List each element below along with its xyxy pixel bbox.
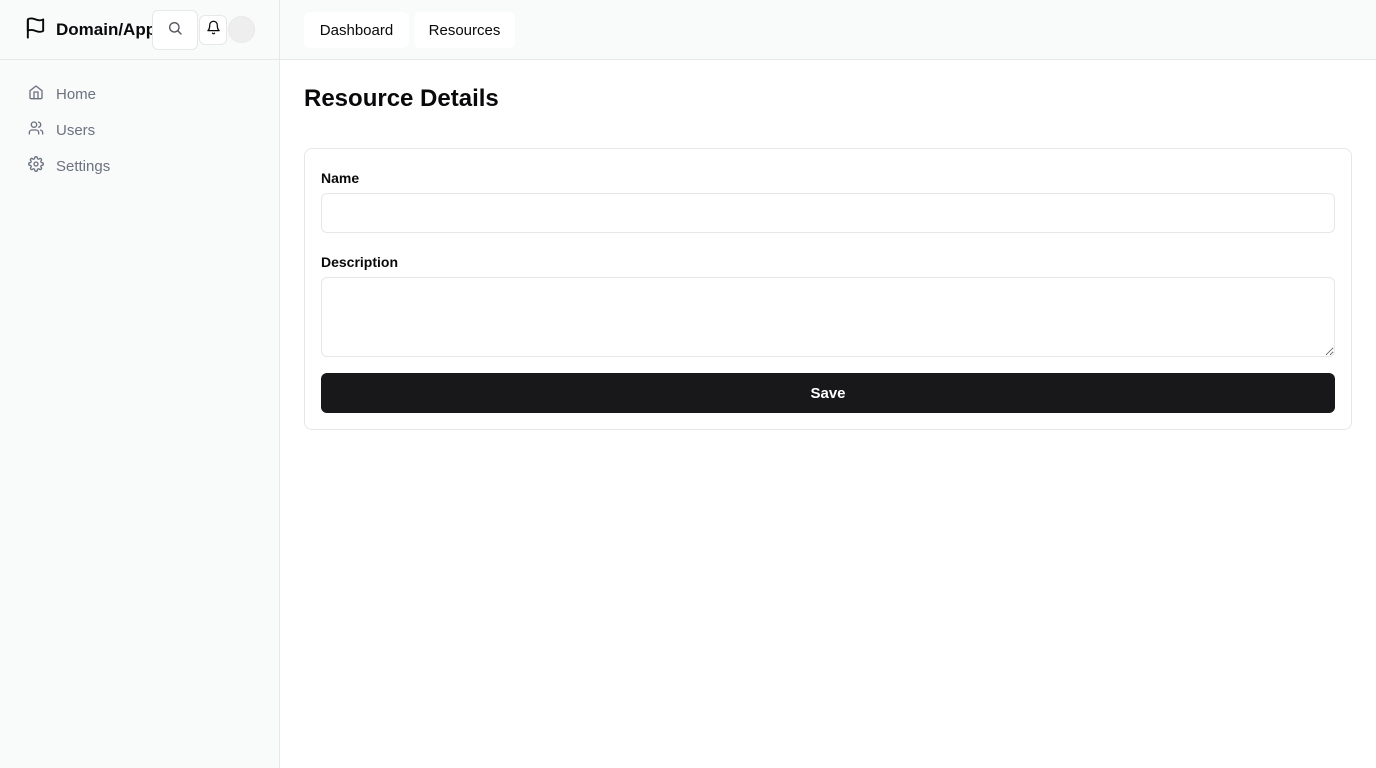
app-root: Domain/App Home Users Settings Dashboard… [0, 0, 1376, 768]
page-title: Resource Details [304, 85, 499, 112]
name-field[interactable] [321, 193, 1335, 233]
sidebar-item-label: Home [56, 85, 97, 103]
description-field[interactable] [321, 277, 1335, 357]
brand-name: Domain/App [56, 20, 157, 39]
resource-form-card: Name Description Save [304, 148, 1352, 430]
tab-dashboard[interactable]: Dashboard [304, 12, 409, 48]
top-bar: Dashboard Resources [280, 0, 1376, 60]
description-label: Description [321, 254, 399, 270]
sidebar-item-home[interactable]: Home [16, 76, 264, 112]
sidebar-item-users[interactable]: Users [16, 112, 264, 148]
name-label: Name [321, 170, 360, 186]
flag-icon [24, 16, 47, 45]
sidebar-header: Domain/App [0, 0, 279, 60]
search-icon [167, 20, 183, 41]
sidebar-item-label: Settings [56, 157, 111, 175]
save-button[interactable]: Save [321, 373, 1335, 413]
notifications-button[interactable] [199, 15, 227, 45]
brand[interactable]: Domain/App [24, 16, 157, 45]
sidebar-item-label: Users [56, 121, 96, 139]
sidebar: Domain/App Home Users Settings [0, 0, 280, 768]
search-button[interactable] [152, 10, 198, 50]
tab-resources[interactable]: Resources [414, 12, 515, 48]
sidebar-nav: Home Users Settings [16, 76, 264, 184]
gear-icon [28, 156, 44, 176]
user-avatar[interactable] [228, 16, 255, 43]
sidebar-item-settings[interactable]: Settings [16, 148, 264, 184]
home-icon [28, 84, 44, 104]
bell-icon [206, 20, 221, 40]
users-icon [28, 120, 44, 140]
